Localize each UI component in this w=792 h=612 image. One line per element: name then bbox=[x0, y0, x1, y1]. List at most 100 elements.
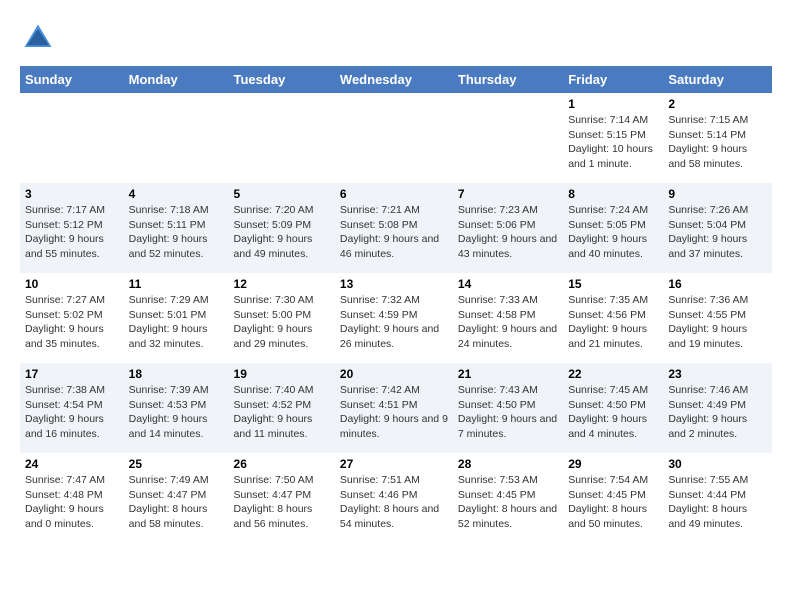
calendar-cell: 10 Sunrise: 7:27 AM Sunset: 5:02 PM Dayli… bbox=[20, 273, 124, 363]
calendar-cell: 1 Sunrise: 7:14 AM Sunset: 5:15 PM Daylig… bbox=[563, 93, 663, 183]
day-number: 25 bbox=[129, 457, 224, 471]
day-number: 6 bbox=[340, 187, 448, 201]
day-number: 2 bbox=[668, 97, 767, 111]
day-number: 16 bbox=[668, 277, 767, 291]
day-info: Sunrise: 7:55 AM Sunset: 4:44 PM Dayligh… bbox=[668, 473, 767, 532]
calendar-cell: 12 Sunrise: 7:30 AM Sunset: 5:00 PM Dayli… bbox=[229, 273, 335, 363]
calendar-cell bbox=[124, 93, 229, 183]
logo bbox=[20, 20, 60, 56]
calendar-cell: 24 Sunrise: 7:47 AM Sunset: 4:48 PM Dayli… bbox=[20, 453, 124, 543]
day-number: 23 bbox=[668, 367, 767, 381]
calendar-cell: 11 Sunrise: 7:29 AM Sunset: 5:01 PM Dayli… bbox=[124, 273, 229, 363]
day-info: Sunrise: 7:53 AM Sunset: 4:45 PM Dayligh… bbox=[458, 473, 558, 532]
day-info: Sunrise: 7:54 AM Sunset: 4:45 PM Dayligh… bbox=[568, 473, 658, 532]
calendar-cell: 19 Sunrise: 7:40 AM Sunset: 4:52 PM Dayli… bbox=[229, 363, 335, 453]
day-info: Sunrise: 7:29 AM Sunset: 5:01 PM Dayligh… bbox=[129, 293, 224, 352]
day-number: 7 bbox=[458, 187, 558, 201]
day-number: 8 bbox=[568, 187, 658, 201]
day-number: 29 bbox=[568, 457, 658, 471]
calendar-cell: 26 Sunrise: 7:50 AM Sunset: 4:47 PM Dayli… bbox=[229, 453, 335, 543]
day-number: 5 bbox=[234, 187, 330, 201]
day-number: 13 bbox=[340, 277, 448, 291]
calendar-header: SundayMondayTuesdayWednesdayThursdayFrid… bbox=[20, 66, 772, 93]
day-number: 12 bbox=[234, 277, 330, 291]
calendar-cell: 14Sunrise: 7:33 AM Sunset: 4:58 PM Dayli… bbox=[453, 273, 563, 363]
calendar-cell: 22 Sunrise: 7:45 AM Sunset: 4:50 PM Dayli… bbox=[563, 363, 663, 453]
day-number: 1 bbox=[568, 97, 658, 111]
day-info: Sunrise: 7:46 AM Sunset: 4:49 PM Dayligh… bbox=[668, 383, 767, 442]
day-number: 20 bbox=[340, 367, 448, 381]
day-info: Sunrise: 7:32 AM Sunset: 4:59 PM Dayligh… bbox=[340, 293, 448, 352]
day-info: Sunrise: 7:15 AM Sunset: 5:14 PM Dayligh… bbox=[668, 113, 767, 172]
day-info: Sunrise: 7:50 AM Sunset: 4:47 PM Dayligh… bbox=[234, 473, 330, 532]
day-info: Sunrise: 7:27 AM Sunset: 5:02 PM Dayligh… bbox=[25, 293, 119, 352]
calendar-cell: 13 Sunrise: 7:32 AM Sunset: 4:59 PM Dayli… bbox=[335, 273, 453, 363]
day-number: 14 bbox=[458, 277, 558, 291]
day-number: 11 bbox=[129, 277, 224, 291]
day-number: 27 bbox=[340, 457, 448, 471]
col-header-thursday: Thursday bbox=[453, 66, 563, 93]
calendar-cell: 16 Sunrise: 7:36 AM Sunset: 4:55 PM Dayli… bbox=[663, 273, 772, 363]
col-header-friday: Friday bbox=[563, 66, 663, 93]
calendar-table: SundayMondayTuesdayWednesdayThursdayFrid… bbox=[20, 66, 772, 543]
calendar-cell: 15 Sunrise: 7:35 AM Sunset: 4:56 PM Dayli… bbox=[563, 273, 663, 363]
calendar-cell: 20 Sunrise: 7:42 AM Sunset: 4:51 PM Dayli… bbox=[335, 363, 453, 453]
calendar-cell bbox=[229, 93, 335, 183]
day-info: Sunrise: 7:38 AM Sunset: 4:54 PM Dayligh… bbox=[25, 383, 119, 442]
calendar-cell: 3 Sunrise: 7:17 AM Sunset: 5:12 PM Daylig… bbox=[20, 183, 124, 273]
calendar-cell: 5 Sunrise: 7:20 AM Sunset: 5:09 PM Daylig… bbox=[229, 183, 335, 273]
day-info: Sunrise: 7:26 AM Sunset: 5:04 PM Dayligh… bbox=[668, 203, 767, 262]
calendar-cell: 8 Sunrise: 7:24 AM Sunset: 5:05 PM Daylig… bbox=[563, 183, 663, 273]
col-header-saturday: Saturday bbox=[663, 66, 772, 93]
day-number: 18 bbox=[129, 367, 224, 381]
day-number: 26 bbox=[234, 457, 330, 471]
day-number: 17 bbox=[25, 367, 119, 381]
calendar-cell: 29 Sunrise: 7:54 AM Sunset: 4:45 PM Dayli… bbox=[563, 453, 663, 543]
day-info: Sunrise: 7:51 AM Sunset: 4:46 PM Dayligh… bbox=[340, 473, 448, 532]
calendar-cell: 25 Sunrise: 7:49 AM Sunset: 4:47 PM Dayli… bbox=[124, 453, 229, 543]
day-info: Sunrise: 7:45 AM Sunset: 4:50 PM Dayligh… bbox=[568, 383, 658, 442]
day-number: 30 bbox=[668, 457, 767, 471]
day-info: Sunrise: 7:23 AM Sunset: 5:06 PM Dayligh… bbox=[458, 203, 558, 262]
calendar-cell bbox=[453, 93, 563, 183]
day-info: Sunrise: 7:20 AM Sunset: 5:09 PM Dayligh… bbox=[234, 203, 330, 262]
calendar-cell: 17 Sunrise: 7:38 AM Sunset: 4:54 PM Dayli… bbox=[20, 363, 124, 453]
day-info: Sunrise: 7:49 AM Sunset: 4:47 PM Dayligh… bbox=[129, 473, 224, 532]
day-info: Sunrise: 7:47 AM Sunset: 4:48 PM Dayligh… bbox=[25, 473, 119, 532]
calendar-cell: 21 Sunrise: 7:43 AM Sunset: 4:50 PM Dayli… bbox=[453, 363, 563, 453]
day-number: 24 bbox=[25, 457, 119, 471]
calendar-cell: 18 Sunrise: 7:39 AM Sunset: 4:53 PM Dayli… bbox=[124, 363, 229, 453]
logo-icon bbox=[20, 20, 56, 56]
calendar-cell bbox=[20, 93, 124, 183]
day-number: 21 bbox=[458, 367, 558, 381]
day-info: Sunrise: 7:17 AM Sunset: 5:12 PM Dayligh… bbox=[25, 203, 119, 262]
day-info: Sunrise: 7:36 AM Sunset: 4:55 PM Dayligh… bbox=[668, 293, 767, 352]
day-number: 28 bbox=[458, 457, 558, 471]
day-number: 15 bbox=[568, 277, 658, 291]
calendar-cell: 4Sunrise: 7:18 AM Sunset: 5:11 PM Daylig… bbox=[124, 183, 229, 273]
col-header-wednesday: Wednesday bbox=[335, 66, 453, 93]
day-info: Sunrise: 7:43 AM Sunset: 4:50 PM Dayligh… bbox=[458, 383, 558, 442]
day-info: Sunrise: 7:30 AM Sunset: 5:00 PM Dayligh… bbox=[234, 293, 330, 352]
day-info: Sunrise: 7:14 AM Sunset: 5:15 PM Dayligh… bbox=[568, 113, 658, 172]
day-info: Sunrise: 7:42 AM Sunset: 4:51 PM Dayligh… bbox=[340, 383, 448, 442]
calendar-cell bbox=[335, 93, 453, 183]
day-info: Sunrise: 7:35 AM Sunset: 4:56 PM Dayligh… bbox=[568, 293, 658, 352]
col-header-tuesday: Tuesday bbox=[229, 66, 335, 93]
calendar-cell: 9 Sunrise: 7:26 AM Sunset: 5:04 PM Daylig… bbox=[663, 183, 772, 273]
day-info: Sunrise: 7:21 AM Sunset: 5:08 PM Dayligh… bbox=[340, 203, 448, 262]
day-number: 9 bbox=[668, 187, 767, 201]
day-number: 3 bbox=[25, 187, 119, 201]
day-number: 19 bbox=[234, 367, 330, 381]
day-number: 10 bbox=[25, 277, 119, 291]
calendar-cell: 28 Sunrise: 7:53 AM Sunset: 4:45 PM Dayli… bbox=[453, 453, 563, 543]
day-info: Sunrise: 7:40 AM Sunset: 4:52 PM Dayligh… bbox=[234, 383, 330, 442]
calendar-cell: 27 Sunrise: 7:51 AM Sunset: 4:46 PM Dayli… bbox=[335, 453, 453, 543]
calendar-cell: 30 Sunrise: 7:55 AM Sunset: 4:44 PM Dayli… bbox=[663, 453, 772, 543]
day-number: 22 bbox=[568, 367, 658, 381]
day-info: Sunrise: 7:18 AM Sunset: 5:11 PM Dayligh… bbox=[129, 203, 224, 262]
day-info: Sunrise: 7:24 AM Sunset: 5:05 PM Dayligh… bbox=[568, 203, 658, 262]
col-header-sunday: Sunday bbox=[20, 66, 124, 93]
day-info: Sunrise: 7:39 AM Sunset: 4:53 PM Dayligh… bbox=[129, 383, 224, 442]
calendar-cell: 6 Sunrise: 7:21 AM Sunset: 5:08 PM Daylig… bbox=[335, 183, 453, 273]
